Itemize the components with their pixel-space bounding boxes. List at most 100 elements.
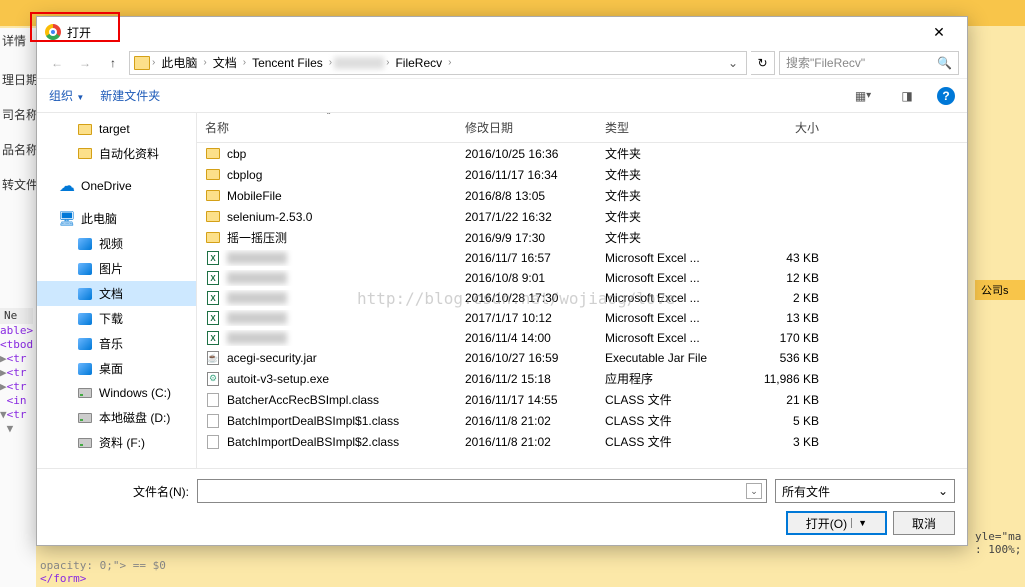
file-type: 文件夹 xyxy=(597,229,727,246)
file-name: BatchImportDealBSImpl$2.class xyxy=(227,435,399,449)
file-name: MobileFile xyxy=(227,189,282,203)
new-folder-button[interactable]: 新建文件夹 xyxy=(100,87,160,104)
close-button[interactable]: ✕ xyxy=(919,24,959,41)
up-button[interactable]: ↑ xyxy=(101,51,125,75)
xls-icon xyxy=(205,270,221,286)
file-row[interactable]: BatcherAccRecBSImpl.class2016/11/17 14:5… xyxy=(197,389,967,410)
toolbar: 组织 ▼ 新建文件夹 ▦▾ ◨ ? xyxy=(37,79,967,113)
search-icon: 🔍 xyxy=(937,56,952,70)
folder-icon xyxy=(77,146,93,162)
file-name xyxy=(227,312,287,324)
file-type-filter[interactable]: 所有文件 ⌄ xyxy=(775,479,955,503)
tree-item-windowsc[interactable]: Windows (C:) xyxy=(37,381,196,405)
tree-item-label: 文档 xyxy=(99,285,123,302)
chevron-right-icon: › xyxy=(152,57,155,68)
bg-bottom-code: opacity: 0;"> == $0 </form> xyxy=(40,559,166,585)
tree-item-label: OneDrive xyxy=(81,179,132,193)
file-row[interactable]: 2016/10/8 9:01Microsoft Excel ...12 KB xyxy=(197,268,967,288)
tree-item-[interactable]: 音乐 xyxy=(37,331,196,356)
file-date: 2016/10/27 16:59 xyxy=(457,351,597,365)
tree-item-d[interactable]: 本地磁盘 (D:) xyxy=(37,405,196,430)
tree-item-label: 图片 xyxy=(99,260,123,277)
help-button[interactable]: ? xyxy=(937,87,955,105)
tree-item-target[interactable]: target xyxy=(37,117,196,141)
preview-pane-button[interactable]: ◨ xyxy=(893,85,921,107)
file-type: Microsoft Excel ... xyxy=(597,311,727,325)
xls-icon xyxy=(205,330,221,346)
file-row[interactable]: 2017/1/17 10:12Microsoft Excel ...13 KB xyxy=(197,308,967,328)
search-input[interactable]: 搜索"FileRecv" 🔍 xyxy=(779,51,959,75)
refresh-button[interactable]: ↻ xyxy=(751,51,775,75)
file-row[interactable]: 2016/10/28 17:30Microsoft Excel ...2 KB xyxy=(197,288,967,308)
list-body[interactable]: cbp2016/10/25 16:36文件夹cbplog2016/11/17 1… xyxy=(197,143,967,468)
crumb-documents[interactable]: 文档 xyxy=(209,54,241,71)
tree-item-[interactable]: 视频 xyxy=(37,231,196,256)
dialog-title: 打开 xyxy=(67,24,919,41)
tree-item-label: 资料 (F:) xyxy=(99,434,145,451)
column-type[interactable]: 类型 xyxy=(597,119,727,136)
breadcrumb-dropdown[interactable]: ⌄ xyxy=(724,56,742,70)
file-row[interactable]: selenium-2.53.02017/1/22 16:32文件夹 xyxy=(197,206,967,227)
file-date: 2016/9/9 17:30 xyxy=(457,231,597,245)
filename-dropdown-icon[interactable]: ⌄ xyxy=(746,483,762,499)
forward-button[interactable]: → xyxy=(73,51,97,75)
tree-item-[interactable]: 文档 xyxy=(37,281,196,306)
folder-icon xyxy=(77,121,93,137)
filename-input[interactable]: ⌄ xyxy=(197,479,767,503)
tree-item-f[interactable]: 资料 (F:) xyxy=(37,430,196,455)
file-row[interactable]: 2016/11/7 16:57Microsoft Excel ...43 KB xyxy=(197,248,967,268)
file-name: cbplog xyxy=(227,168,262,182)
file-row[interactable]: 摇一摇压测2016/9/9 17:30文件夹 xyxy=(197,227,967,248)
crumb-tencent[interactable]: Tencent Files xyxy=(248,56,327,70)
file-size: 3 KB xyxy=(727,435,827,449)
folder-icon xyxy=(205,230,221,246)
file-type: CLASS 文件 xyxy=(597,391,727,408)
file-row[interactable]: acegi-security.jar2016/10/27 16:59Execut… xyxy=(197,348,967,368)
cancel-button[interactable]: 取消 xyxy=(893,511,955,535)
tree-item-[interactable]: 桌面 xyxy=(37,356,196,381)
file-name: BatchImportDealBSImpl$1.class xyxy=(227,414,399,428)
file-row[interactable]: MobileFile2016/8/8 13:05文件夹 xyxy=(197,185,967,206)
exe-icon xyxy=(205,371,221,387)
list-header: ˆ 名称 修改日期 类型 大小 xyxy=(197,113,967,143)
chevron-right-icon: › xyxy=(386,57,389,68)
bg-label: 转文件 xyxy=(0,172,36,197)
tree-item-[interactable]: 自动化资料 xyxy=(37,141,196,166)
crumb-thispc[interactable]: 此电脑 xyxy=(157,54,201,71)
folder-tree[interactable]: target自动化资料 ☁OneDrive 🖥此电脑视频图片文档下载音乐桌面Wind… xyxy=(37,113,197,468)
search-placeholder: 搜索"FileRecv" xyxy=(786,54,937,71)
file-type: Executable Jar File xyxy=(597,351,727,365)
tree-item-[interactable]: 图片 xyxy=(37,256,196,281)
breadcrumb[interactable]: › 此电脑 › 文档 › Tencent Files › › FileRecv … xyxy=(129,51,747,75)
chrome-icon xyxy=(45,24,61,40)
file-row[interactable]: cbp2016/10/25 16:36文件夹 xyxy=(197,143,967,164)
file-open-dialog: 打开 ✕ ← → ↑ › 此电脑 › 文档 › Tencent Files › … xyxy=(36,16,968,546)
column-date[interactable]: 修改日期 xyxy=(457,119,597,136)
crumb-redacted[interactable] xyxy=(334,57,384,69)
file-type: 文件夹 xyxy=(597,208,727,225)
view-options-button[interactable]: ▦▾ xyxy=(849,85,877,107)
open-button[interactable]: 打开(O)▼ xyxy=(786,511,887,535)
open-split-icon[interactable]: ▼ xyxy=(851,518,867,528)
file-row[interactable]: autoit-v3-setup.exe2016/11/2 15:18应用程序11… xyxy=(197,368,967,389)
file-row[interactable]: cbplog2016/11/17 16:34文件夹 xyxy=(197,164,967,185)
tree-item-[interactable]: 下载 xyxy=(37,306,196,331)
crumb-filerecv[interactable]: FileRecv xyxy=(391,56,446,70)
file-row[interactable]: BatchImportDealBSImpl$2.class2016/11/8 2… xyxy=(197,431,967,452)
back-button[interactable]: ← xyxy=(45,51,69,75)
organize-menu[interactable]: 组织 ▼ xyxy=(49,87,84,104)
file-name xyxy=(227,252,287,264)
bg-devtools-code: Ne able> <tbod ▶<tr ▶<tr ▶<tr <in ▼<tr ▼ xyxy=(0,308,33,436)
generic-icon xyxy=(77,261,93,277)
generic-icon xyxy=(77,361,93,377)
file-type: Microsoft Excel ... xyxy=(597,271,727,285)
file-size: 11,986 KB xyxy=(727,372,827,386)
generic-icon xyxy=(77,311,93,327)
file-row[interactable]: 2016/11/4 14:00Microsoft Excel ...170 KB xyxy=(197,328,967,348)
file-date: 2016/11/17 14:55 xyxy=(457,393,597,407)
column-size[interactable]: 大小 xyxy=(727,119,827,136)
tree-item-onedrive[interactable]: ☁OneDrive xyxy=(37,174,196,198)
tree-item-[interactable]: 🖥此电脑 xyxy=(37,206,196,231)
file-name: selenium-2.53.0 xyxy=(227,210,312,224)
file-row[interactable]: BatchImportDealBSImpl$1.class2016/11/8 2… xyxy=(197,410,967,431)
